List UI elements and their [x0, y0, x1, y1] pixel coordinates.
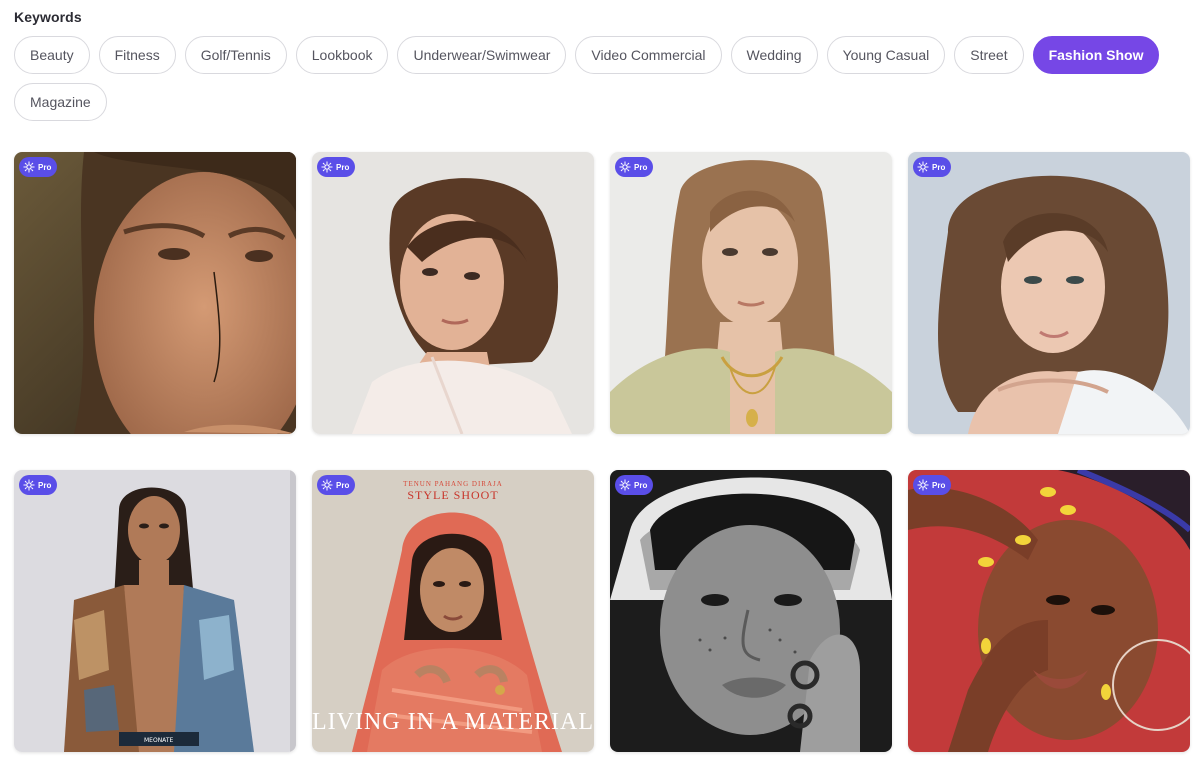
model-photo [908, 470, 1190, 752]
pro-badge-label: Pro [634, 162, 648, 172]
pro-badge-label: Pro [932, 162, 946, 172]
model-card[interactable]: MEONATE Pro [14, 470, 296, 752]
chip-magazine[interactable]: Magazine [14, 83, 107, 121]
chip-beauty[interactable]: Beauty [14, 36, 90, 74]
sparkle-icon [619, 479, 631, 491]
model-photo [610, 152, 892, 434]
model-card[interactable]: Pro [610, 152, 892, 434]
svg-text:MEONATE: MEONATE [144, 737, 173, 744]
pro-badge: Pro [615, 157, 654, 177]
model-card[interactable]: Pro [312, 152, 594, 434]
sparkle-icon [23, 479, 35, 491]
pro-badge-label: Pro [336, 480, 350, 490]
pro-badge-label: Pro [38, 162, 52, 172]
pro-badge: Pro [913, 157, 952, 177]
chip-fashion-show[interactable]: Fashion Show [1032, 36, 1160, 74]
keyword-chip-list: Beauty Fitness Golf/Tennis Lookbook Unde… [14, 36, 1194, 121]
chip-fitness[interactable]: Fitness [98, 36, 176, 74]
model-gallery: Pro Pro Pro Pro MEONATE Pro TENUN PAHANG… [14, 152, 1190, 752]
chip-golf-tennis[interactable]: Golf/Tennis [184, 36, 287, 74]
pro-badge: Pro [615, 475, 654, 495]
pro-badge: Pro [19, 475, 58, 495]
model-photo [312, 152, 594, 434]
sparkle-icon [917, 479, 929, 491]
pro-badge: Pro [317, 475, 356, 495]
model-card[interactable]: TENUN PAHANG DIRAJA STYLE SHOOT LIVING I… [312, 470, 594, 752]
pro-badge: Pro [317, 157, 356, 177]
model-photo: MEONATE [14, 470, 296, 752]
sparkle-icon [321, 161, 333, 173]
model-photo [908, 152, 1190, 434]
chip-underwear-swimwear[interactable]: Underwear/Swimwear [397, 36, 567, 74]
model-card[interactable]: Pro [908, 152, 1190, 434]
chip-wedding[interactable]: Wedding [730, 36, 818, 74]
magazine-headline: STYLE SHOOT [407, 488, 499, 502]
model-card[interactable]: Pro [14, 152, 296, 434]
pro-badge-label: Pro [634, 480, 648, 490]
pro-badge-label: Pro [336, 162, 350, 172]
chip-young-casual[interactable]: Young Casual [826, 36, 946, 74]
model-card[interactable]: Pro [610, 470, 892, 752]
pro-badge-label: Pro [932, 480, 946, 490]
sparkle-icon [23, 161, 35, 173]
model-photo [610, 470, 892, 752]
chip-street[interactable]: Street [954, 36, 1024, 74]
page: Keywords Beauty Fitness Golf/Tennis Look… [0, 0, 1200, 766]
chip-video-commercial[interactable]: Video Commercial [575, 36, 722, 74]
pro-badge: Pro [913, 475, 952, 495]
sparkle-icon [321, 479, 333, 491]
pro-badge: Pro [19, 157, 58, 177]
model-photo [14, 152, 296, 434]
keywords-heading: Keywords [14, 9, 82, 25]
magazine-cover-line: LIVING IN A MATERIAL [312, 709, 594, 735]
model-card[interactable]: Pro [908, 470, 1190, 752]
chip-lookbook[interactable]: Lookbook [295, 36, 389, 74]
pro-badge-label: Pro [38, 480, 52, 490]
sparkle-icon [619, 161, 631, 173]
sparkle-icon [917, 161, 929, 173]
